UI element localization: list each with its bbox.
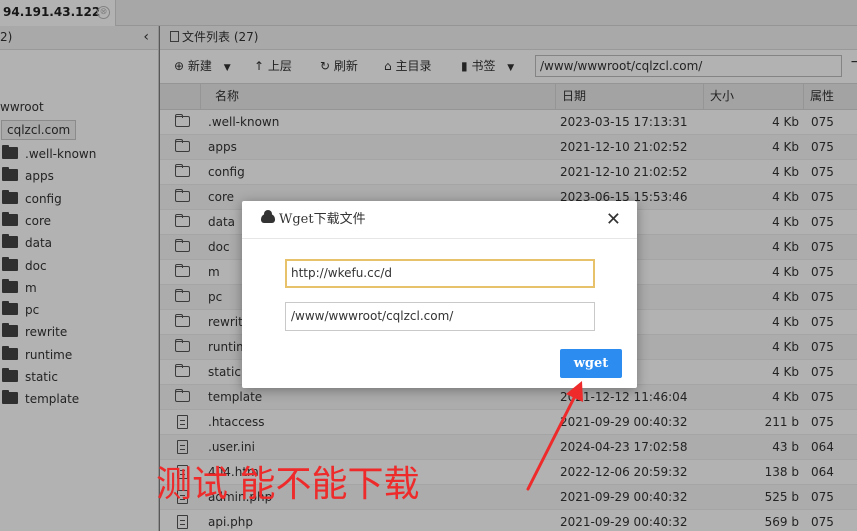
annotation-arrow (526, 381, 583, 491)
